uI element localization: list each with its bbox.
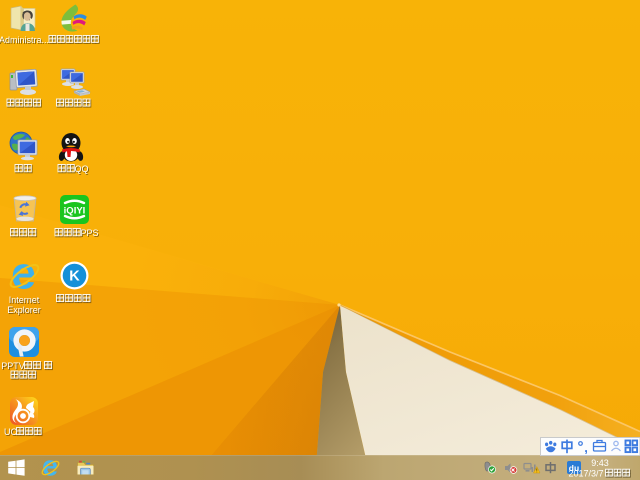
svg-text:Administra...: Administra... <box>0 35 49 45</box>
svg-text:UC: UC <box>4 427 17 437</box>
svg-text:e: e <box>42 451 58 480</box>
svg-text:Explorer: Explorer <box>7 305 41 315</box>
svg-text:e: e <box>11 248 36 299</box>
svg-text:iQIYI: iQIYI <box>64 206 86 217</box>
svg-text:PPS: PPS <box>80 228 98 238</box>
svg-text:9:43: 9:43 <box>591 458 609 468</box>
svg-text:PPTV: PPTV <box>1 361 25 371</box>
svg-text:,: , <box>584 440 588 455</box>
svg-text:Internet: Internet <box>9 295 40 305</box>
svg-text:2017/3/7: 2017/3/7 <box>568 469 603 479</box>
svg-text:K: K <box>69 269 80 285</box>
svg-text:QQ: QQ <box>74 164 88 174</box>
